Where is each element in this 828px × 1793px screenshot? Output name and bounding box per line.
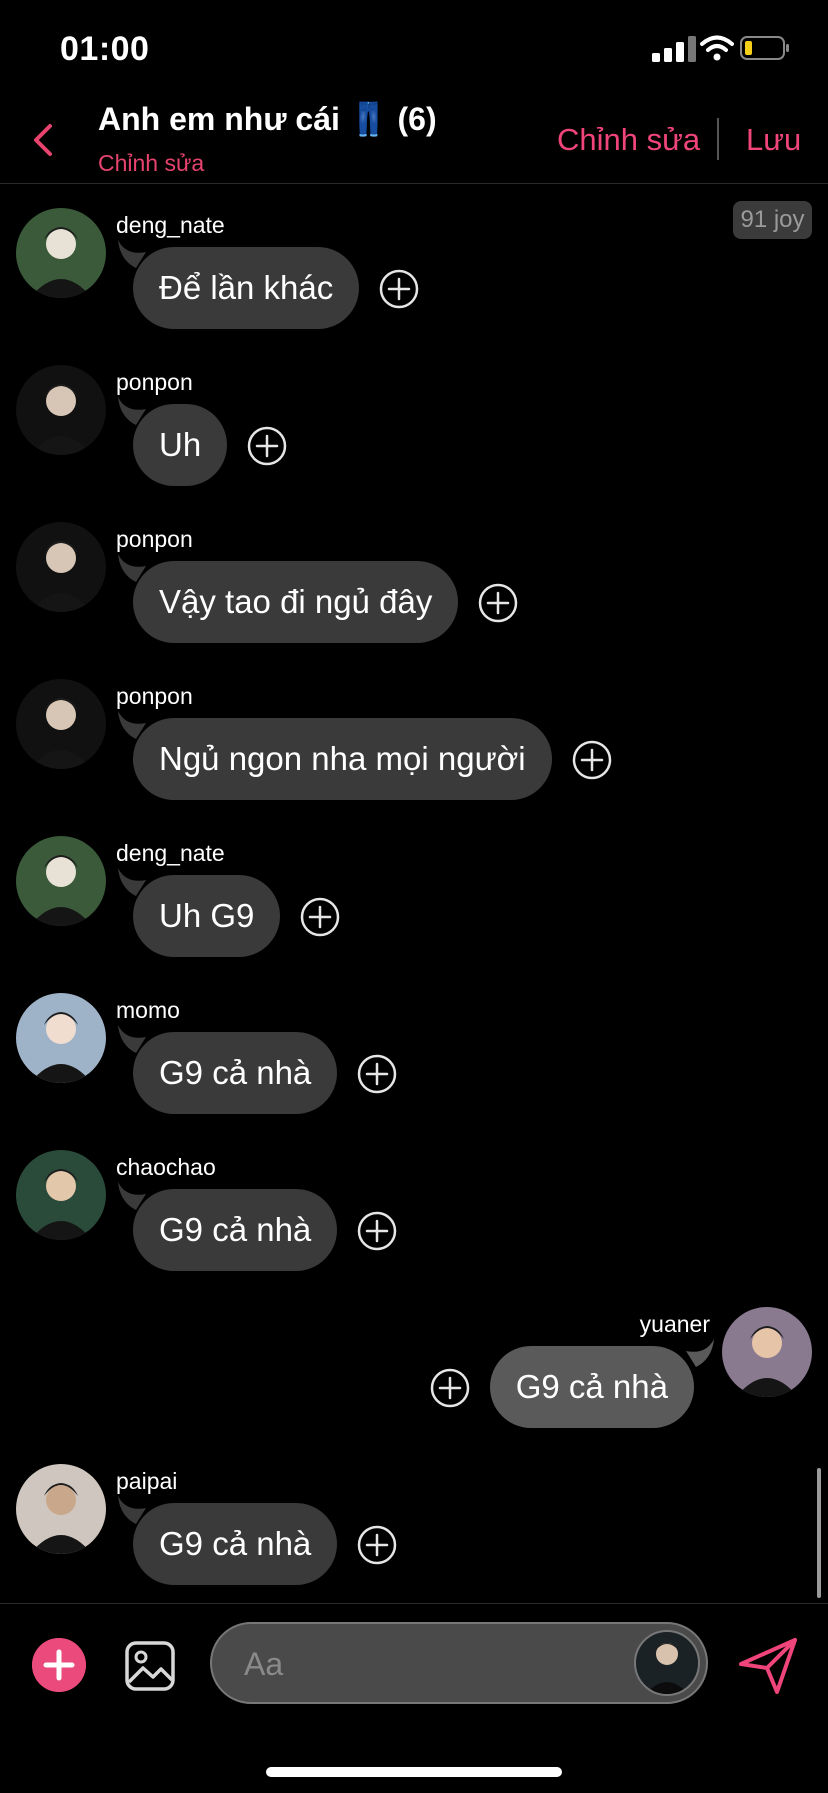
battery-icon [740,36,789,60]
sender-name: deng_nate [116,840,225,866]
message-row: ponpon Vậy tao đi ngủ đây [0,522,828,672]
message-bubble[interactable]: Vậy tao đi ngủ đây [133,561,459,643]
message-bubble[interactable]: G9 cả nhà [489,1346,694,1428]
composer-bar [0,1603,828,1793]
sender-name: ponpon [116,369,193,395]
message-row: ponpon Uh [0,365,828,515]
message-bubble[interactable]: G9 cả nhà [133,1503,338,1585]
signal-icon [652,36,696,62]
message-bubble[interactable]: Uh G9 [133,875,281,957]
message-row: momo G9 cả nhà [0,993,828,1143]
add-reaction-icon[interactable] [572,740,612,780]
message-bubble[interactable]: G9 cả nhà [133,1189,338,1271]
add-reaction-icon[interactable] [357,1211,397,1251]
save-button[interactable]: Lưu [746,122,801,158]
sender-name: deng_nate [116,212,225,238]
message-input[interactable] [242,1624,626,1704]
message-bubble[interactable]: Ngủ ngon nha mọi người [133,718,552,800]
add-reaction-icon[interactable] [478,583,518,623]
avatar[interactable] [16,679,106,769]
message-row: deng_nate Uh G9 [0,836,828,986]
avatar[interactable] [722,1307,812,1397]
add-reaction-icon[interactable] [357,1525,397,1565]
add-reaction-icon[interactable] [300,897,340,937]
image-icon[interactable] [124,1640,176,1692]
send-icon[interactable] [737,1634,799,1696]
message-row: deng_nate Để lần khác [0,208,828,358]
sender-name: momo [116,997,180,1023]
plus-icon[interactable] [32,1638,86,1692]
avatar[interactable] [16,1150,106,1240]
add-reaction-icon[interactable] [247,426,287,466]
chat-header: Anh em như cái 👖 (6) Chỉnh sửa Chỉnh sửa… [0,100,828,184]
avatar[interactable] [16,522,106,612]
avatar[interactable] [16,208,106,298]
edit-button[interactable]: Chỉnh sửa [557,122,700,158]
sender-name: paipai [116,1468,178,1494]
sender-name: ponpon [116,526,193,552]
message-bubble[interactable]: G9 cả nhà [133,1032,338,1114]
sender-name: ponpon [116,683,193,709]
home-indicator[interactable] [266,1767,562,1777]
bubble-tail [686,1339,714,1367]
avatar[interactable] [16,993,106,1083]
add-reaction-icon[interactable] [430,1368,470,1408]
chat-title[interactable]: Anh em như cái 👖 (6) [98,100,437,138]
sender-name: chaochao [116,1154,216,1180]
header-divider [717,118,719,160]
status-time: 01:00 [60,30,150,68]
add-reaction-icon[interactable] [379,269,419,309]
message-row: ponpon Ngủ ngon nha mọi người [0,679,828,829]
message-row: chaochao G9 cả nhà [0,1150,828,1300]
status-bar: 01:00 [0,0,828,100]
back-chevron-icon[interactable] [28,120,62,160]
message-bubble[interactable]: Để lần khác [133,247,360,329]
avatar[interactable] [16,365,106,455]
message-row: yuaner G9 cả nhà [0,1307,828,1457]
sender-name: yuaner [639,1311,710,1337]
message-input-container [210,1622,708,1704]
avatar[interactable] [16,1464,106,1554]
chat-subtitle-edit[interactable]: Chỉnh sửa [98,150,204,177]
avatar[interactable] [16,836,106,926]
avatar[interactable] [634,1630,700,1696]
wifi-icon [700,35,734,61]
add-reaction-icon[interactable] [357,1054,397,1094]
scrollbar[interactable] [817,1468,821,1598]
message-row: paipai G9 cả nhà [0,1464,828,1614]
message-bubble[interactable]: Uh [133,404,228,486]
